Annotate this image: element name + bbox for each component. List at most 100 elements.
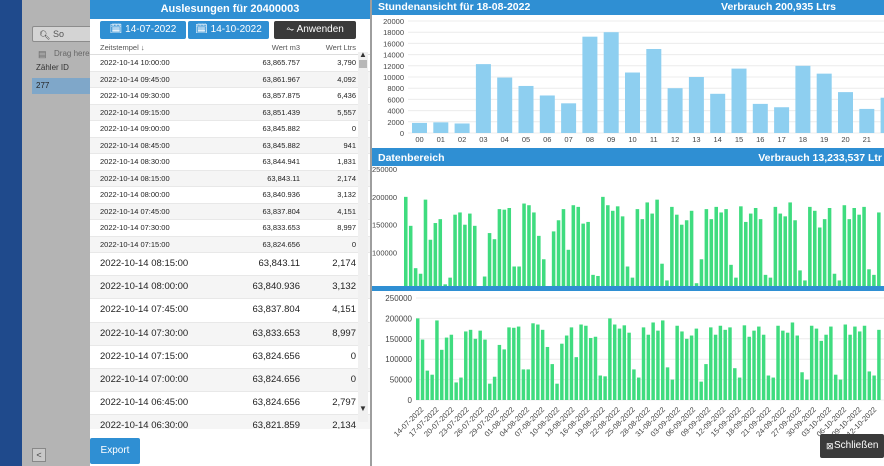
- nav-bar: [709, 219, 714, 286]
- bar: [488, 383, 492, 400]
- column-header-m3[interactable]: Wert m3: [220, 41, 300, 54]
- table-row[interactable]: 2022-10-14 06:45:00 63,824.656 2,797: [90, 392, 370, 416]
- chart-icon: ⏦: [286, 24, 297, 35]
- nav-bar: [798, 270, 802, 286]
- table-row[interactable]: 2022-10-14 07:45:00 63,837.804 4,151: [90, 299, 370, 323]
- nav-bar: [443, 284, 447, 286]
- bar: [790, 322, 795, 400]
- bar: [420, 339, 425, 400]
- calendar-icon: 🗓︎: [195, 24, 211, 35]
- bar: [588, 337, 593, 400]
- table-row[interactable]: 2022-10-14 06:30:00 63,821.859 2,134: [90, 415, 370, 429]
- export-button[interactable]: Export: [90, 438, 140, 464]
- cell-liters: 2,174: [332, 258, 356, 269]
- nav-bar: [586, 221, 590, 286]
- cell-m3: 63,843.11: [258, 258, 300, 269]
- scroll-down-icon[interactable]: ▼: [358, 404, 368, 414]
- y-tick-label: 100000: [385, 355, 412, 364]
- bar: [747, 336, 751, 400]
- table-row[interactable]: 2022-10-14 08:00:00 63,840.936 3,132: [90, 187, 370, 204]
- cell-m3: 63,851.439: [262, 107, 300, 117]
- bar: [742, 325, 747, 400]
- table-row[interactable]: 2022-10-14 07:15:00 63,824.656 0: [90, 236, 370, 253]
- cell-timestamp: 2022-10-14 06:45:00: [100, 397, 189, 409]
- background-search-input[interactable]: 🔍︎ So: [32, 26, 92, 42]
- close-button[interactable]: ⊠ Schließen: [820, 434, 884, 458]
- table-row[interactable]: 2022-10-14 07:15:00 63,824.656 0: [90, 346, 370, 369]
- x-tick-label: 04: [501, 135, 509, 144]
- x-tick-label: 06: [543, 135, 551, 144]
- table-body: 2022-10-14 10:00:00 63,865.757 3,790 2022-1…: [90, 55, 370, 429]
- bar: [670, 379, 675, 400]
- table-row[interactable]: 2022-10-14 07:30:00 63,833.653 8,997: [90, 322, 370, 346]
- nav-bar: [551, 231, 556, 286]
- date-from-button[interactable]: 🗓︎ 14-07-2022: [100, 21, 186, 39]
- nav-bar: [689, 210, 694, 286]
- table-row[interactable]: 2022-10-14 07:30:00 63,833.653 8,997: [90, 220, 370, 237]
- nav-bar: [783, 216, 787, 286]
- table-row[interactable]: 2022-10-14 08:30:00 63,844.941 1,831: [90, 154, 370, 171]
- bar: [617, 328, 622, 400]
- bar: [449, 334, 454, 400]
- bar: [728, 327, 732, 400]
- background-column-header: Zähler ID: [36, 63, 69, 72]
- x-tick-label: 17: [777, 135, 785, 144]
- cell-timestamp: 2022-10-14 07:15:00: [100, 350, 189, 362]
- hourly-total: Verbrauch 200,935 Ltrs: [721, 1, 836, 13]
- bar: [752, 330, 756, 400]
- table-scrollbar[interactable]: [358, 52, 368, 422]
- background-selected-row[interactable]: 277: [32, 78, 92, 94]
- bar: [598, 375, 603, 400]
- nav-bar: [748, 213, 753, 286]
- cell-m3: 63,857.875: [262, 91, 300, 100]
- bar: [766, 375, 771, 400]
- table-row[interactable]: 2022-10-14 08:00:00 63,840.936 3,132: [90, 276, 370, 300]
- drag-group-area: ▤ Drag here: [32, 48, 92, 60]
- nav-bar: [877, 212, 881, 286]
- cell-timestamp: 2022-10-14 08:00:00: [100, 190, 170, 199]
- table-row[interactable]: 2022-10-14 10:00:00 63,865.757 3,790: [90, 55, 370, 72]
- bar: [473, 338, 478, 400]
- date-to-button[interactable]: 🗓︎ 14-10-2022: [188, 21, 269, 39]
- table-row[interactable]: 2022-10-14 08:15:00 63,843.11 2,174: [90, 170, 370, 187]
- bar: [853, 326, 857, 400]
- cell-m3: 63,844.941: [262, 157, 300, 166]
- nav-bar: [566, 249, 571, 286]
- nav-bar: [433, 223, 438, 286]
- table-row[interactable]: 2022-10-14 09:15:00 63,851.439 5,557: [90, 104, 370, 121]
- cell-liters: 4,151: [337, 206, 356, 216]
- bar: [843, 324, 848, 400]
- scroll-thumb[interactable]: [359, 60, 367, 68]
- apply-button[interactable]: ⏦ Anwenden: [274, 21, 356, 39]
- x-tick-label: 01: [437, 135, 445, 144]
- nav-bar: [675, 214, 679, 286]
- cell-m3: 63,824.656: [252, 397, 300, 409]
- column-header-liters[interactable]: Wert Ltrs: [300, 41, 356, 54]
- table-row[interactable]: 2022-10-14 08:45:00 63,845.882 941: [90, 137, 370, 154]
- table-row[interactable]: 2022-10-14 09:30:00 63,857.875 6,436: [90, 88, 370, 105]
- table-row[interactable]: 2022-10-14 09:00:00 63,845.882 0: [90, 121, 370, 138]
- nav-bar: [793, 220, 797, 286]
- bar: [440, 349, 444, 400]
- table-row[interactable]: 2022-10-14 09:45:00 63,861.967 4,092: [90, 71, 370, 88]
- table-row[interactable]: 2022-10-14 08:15:00 63,843.11 2,174: [90, 253, 370, 277]
- nav-bar: [438, 219, 443, 286]
- range-chart-header: Datenbereich Verbrauch 13,233,537 Ltr: [372, 151, 884, 166]
- nav-bar: [842, 205, 847, 286]
- bar: [776, 325, 780, 400]
- nav-bar: [650, 213, 654, 286]
- table-row[interactable]: 2022-10-14 07:45:00 63,837.804 4,151: [90, 203, 370, 220]
- y-tick-label: 20000: [383, 17, 404, 26]
- nav-bar: [591, 274, 595, 286]
- page-prev-button[interactable]: <: [32, 448, 46, 462]
- y-tick-label: 50000: [390, 376, 413, 385]
- scroll-up-icon[interactable]: ▲: [358, 50, 368, 60]
- nav-bar: [788, 202, 792, 286]
- bar: [497, 77, 513, 133]
- nav-bar: [852, 208, 856, 286]
- nav-bar: [872, 274, 876, 286]
- column-header-timestamp[interactable]: Zeitstempel ↓: [90, 41, 220, 54]
- table-row[interactable]: 2022-10-14 07:00:00 63,824.656 0: [90, 368, 370, 393]
- nav-bar: [655, 199, 659, 286]
- nav-bar: [497, 209, 502, 286]
